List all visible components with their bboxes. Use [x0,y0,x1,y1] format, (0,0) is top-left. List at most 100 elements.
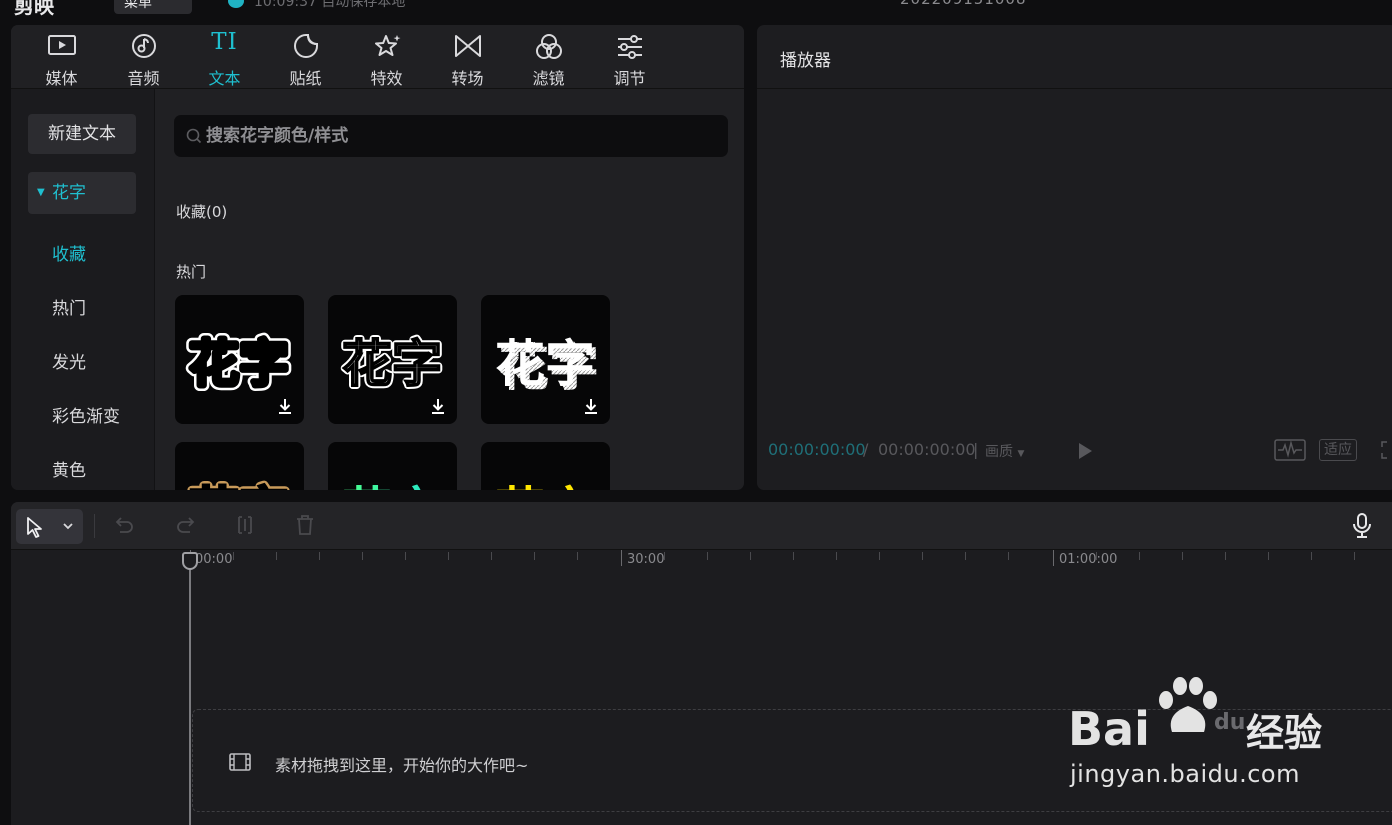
search-input[interactable] [206,115,706,157]
ruler-tick [836,552,837,560]
ruler-label: 01:00:00 [1059,552,1118,567]
new-text-button[interactable]: 新建文本 [28,114,136,154]
player-panel: 播放器 00:00:00:00 / 00:00:00:00 | 画质 ▼ 适应 [757,25,1392,490]
ruler-tick [1096,552,1097,560]
watermark-brand: Bai [1068,702,1150,756]
redo-icon[interactable] [174,514,196,536]
download-icon[interactable] [278,398,292,414]
toolbar-divider [94,514,95,538]
tab-label: 特效 [370,69,403,88]
microphone-icon[interactable] [1352,512,1372,540]
tab-sticker[interactable]: 贴纸 [265,25,346,89]
playhead-handle[interactable] [182,552,198,570]
baidu-paw-logo [1159,677,1217,732]
sidebar-item-glow[interactable]: 发光 [52,348,86,373]
media-icon [47,35,76,55]
tab-audio[interactable]: 音频 [103,25,184,89]
favorites-section-title: 收藏(0) [176,203,228,221]
ruler-tick [1354,552,1355,560]
tab-label: 媒体 [45,69,78,88]
text-category-sidebar: 新建文本 ▼ 花字 收藏 热门 发光 彩色渐变 黄色 [11,89,155,490]
ruler-tick [319,552,320,560]
asset-panel: 媒体 音频 TI 文本 贴纸 特效 转场 滤镜 调节 新建文本 ▼ 花字 收藏 … [11,25,744,490]
category-label: 花字 [52,183,86,203]
fancy-text-preset[interactable]: 花字 花字 [481,295,610,424]
preset-preview: 花字 花字 [185,478,293,490]
tab-media[interactable]: 媒体 [21,25,102,89]
caret-down-icon: ▼ [37,187,45,198]
filter-icon [535,34,562,59]
tab-text[interactable]: TI 文本 [184,25,265,89]
download-icon[interactable] [584,398,598,414]
ruler-tick [1311,552,1312,560]
hot-section-title: 热门 [176,263,207,281]
sidebar-item-favorites[interactable]: 收藏 [52,240,86,265]
ruler-major-tick [1053,550,1054,566]
ruler-tick [793,552,794,560]
fancy-text-preset[interactable]: 花字 [481,442,610,490]
sidebar-item-hot[interactable]: 热门 [52,294,86,319]
svg-text:花字: 花字 [189,335,289,393]
preset-preview: 花字 [495,482,595,490]
sidebar-item-gradient[interactable]: 彩色渐变 [52,402,120,427]
fit-button[interactable]: 适应 [1319,439,1357,461]
tab-filter[interactable]: 滤镜 [508,25,589,89]
fullscreen-icon[interactable] [1381,441,1392,459]
audio-icon [131,34,156,58]
ruler-tick [362,552,363,560]
tab-label: 转场 [451,69,484,88]
play-icon[interactable] [1077,442,1093,460]
fancy-text-preset[interactable]: 花字 花字 [175,442,304,490]
preset-preview: 花字 [342,482,442,490]
split-icon[interactable] [234,514,256,536]
tab-label: 文本 [208,69,241,88]
tab-adjust[interactable]: 调节 [589,25,670,89]
tab-transition[interactable]: 转场 [427,25,508,89]
svg-text:花字: 花字 [189,482,289,490]
time-separator: / [863,440,869,459]
autosave-status: 10:09:37 自动保存本地 [254,0,406,10]
ruler-label: 00:00 [195,552,233,567]
baidu-jingyan-watermark: Bai du 经验 jingyan.baidu.com [1068,676,1328,800]
tab-label: 贴纸 [289,69,322,88]
waveform-icon[interactable] [1274,439,1306,461]
ruler-tick [233,552,234,560]
ruler-tick [577,552,578,560]
fancy-text-preset[interactable]: 花字 [328,442,457,490]
asset-tabbar: 媒体 音频 TI 文本 贴纸 特效 转场 滤镜 调节 [11,25,744,89]
adjust-icon [617,35,642,59]
film-icon [229,753,251,771]
quality-dropdown[interactable]: 画质 ▼ [985,441,1024,461]
ruler-label: 30:00 [627,552,665,567]
timeline-ruler[interactable]: 00:00 30:00 01:00:00 [11,550,1392,580]
divider: | [973,440,979,459]
fancy-text-preset[interactable]: 花字 花字 [175,295,304,424]
fancy-text-preset[interactable]: 花字 花字 [328,295,457,424]
download-icon[interactable] [431,398,445,414]
transition-icon [454,35,481,57]
sidebar-item-yellow[interactable]: 黄色 [52,456,86,481]
svg-text:花字: 花字 [342,335,442,393]
text-icon: TI [211,29,238,55]
ruler-tick [922,552,923,560]
drop-hint: 素材拖拽到这里，开始你的大作吧~ [275,756,529,775]
tab-label: 滤镜 [532,69,565,88]
effects-icon [374,35,400,56]
sticker-icon [293,34,318,58]
delete-icon[interactable] [294,514,316,536]
ruler-major-tick [621,550,622,566]
app-logo: 剪映 [14,0,54,18]
tab-label: 调节 [613,69,646,88]
select-tool-button[interactable] [16,509,83,544]
ruler-tick [448,552,449,560]
watermark-url: jingyan.baidu.com [1070,760,1300,788]
ruler-tick [276,552,277,560]
tab-effects[interactable]: 特效 [346,25,427,89]
ruler-tick [965,552,966,560]
undo-icon[interactable] [114,514,136,536]
ruler-tick [707,552,708,560]
svg-text:花字: 花字 [495,482,595,490]
timeline-toolbar [11,502,1392,550]
category-fancy-text[interactable]: ▼ 花字 [28,172,136,214]
menu-button[interactable]: 菜单 [114,0,192,14]
